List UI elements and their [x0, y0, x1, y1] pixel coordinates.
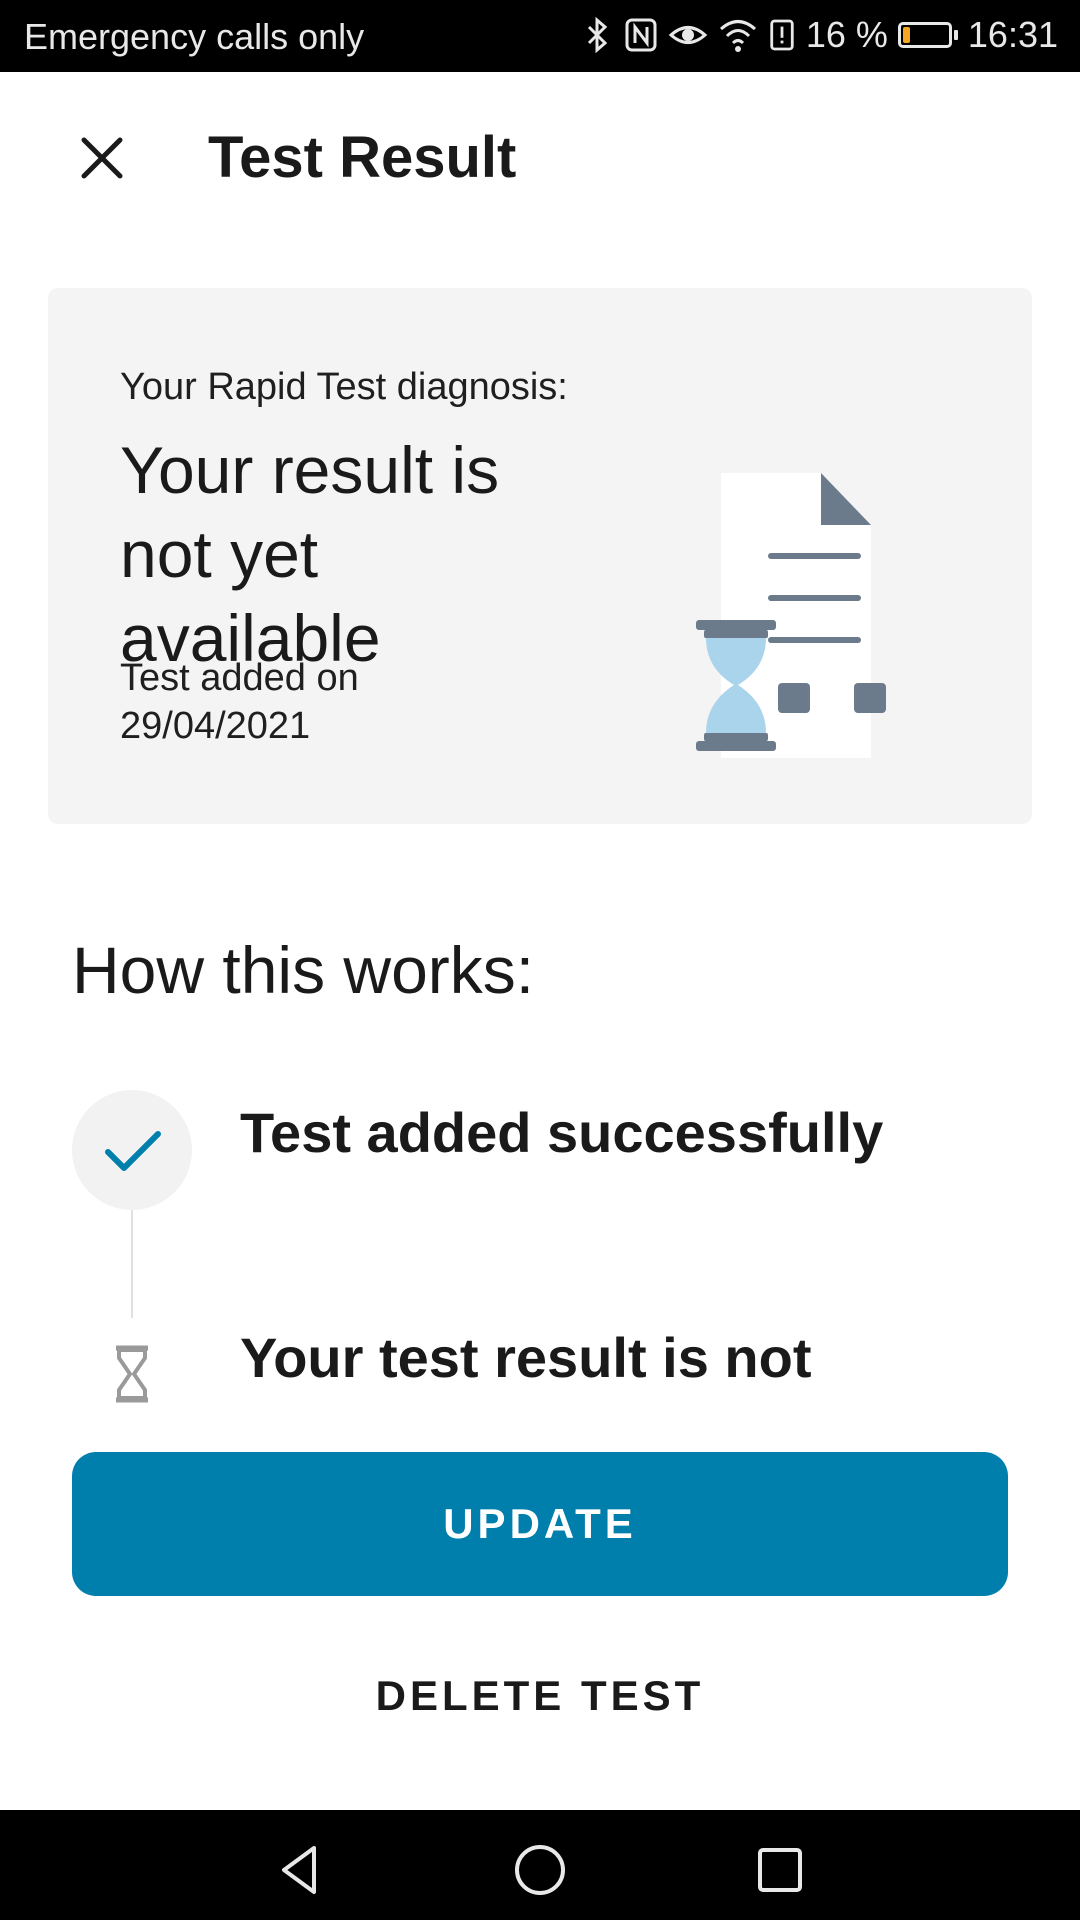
carrier-text: Emergency calls only: [24, 16, 365, 57]
battery-fill: [902, 27, 910, 43]
nfc-icon: [625, 18, 657, 52]
battery-icon: [897, 22, 958, 48]
back-icon[interactable]: [270, 1840, 330, 1900]
navigation-bar: [0, 1810, 1080, 1920]
step-label: Your test result is not: [240, 1326, 812, 1389]
check-icon: [105, 1131, 161, 1171]
step-done-marker: [72, 1090, 192, 1210]
update-button[interactable]: UPDATE: [72, 1452, 1008, 1596]
status-icons: 16 % 16:31: [580, 14, 1058, 56]
step-connector: [131, 1210, 133, 1318]
home-icon[interactable]: [510, 1840, 570, 1900]
battery-percent: 16 %: [805, 14, 888, 55]
hourglass-icon: [116, 1345, 148, 1403]
how-it-works-title: How this works:: [72, 933, 535, 1007]
recents-icon[interactable]: [750, 1840, 810, 1900]
diagnosis-label: Your Rapid Test diagnosis:: [120, 366, 568, 408]
wifi-icon: [719, 20, 756, 52]
battery-alert-icon: [770, 19, 794, 51]
app-header: Test Result: [0, 72, 1080, 242]
status-time: 16:31: [967, 14, 1058, 55]
close-icon[interactable]: [70, 126, 134, 190]
document-hourglass-illustration: [696, 473, 886, 758]
page-title: Test Result: [208, 125, 517, 190]
status-bar: Emergency calls only 16 % 16:31: [0, 0, 1080, 72]
bottom-actions: UPDATE DELETE TEST: [0, 1410, 1080, 1810]
bluetooth-icon: [587, 16, 608, 54]
eye-comfort-icon: [668, 26, 708, 44]
delete-test-button[interactable]: DELETE TEST: [240, 1656, 840, 1736]
test-added-date: Test added on 29/04/2021: [120, 657, 359, 747]
result-card: Your Rapid Test diagnosis: Your result i…: [48, 288, 1032, 824]
step-label: Test added successfully: [240, 1101, 884, 1164]
result-status: Your result is not yet available: [120, 433, 500, 675]
